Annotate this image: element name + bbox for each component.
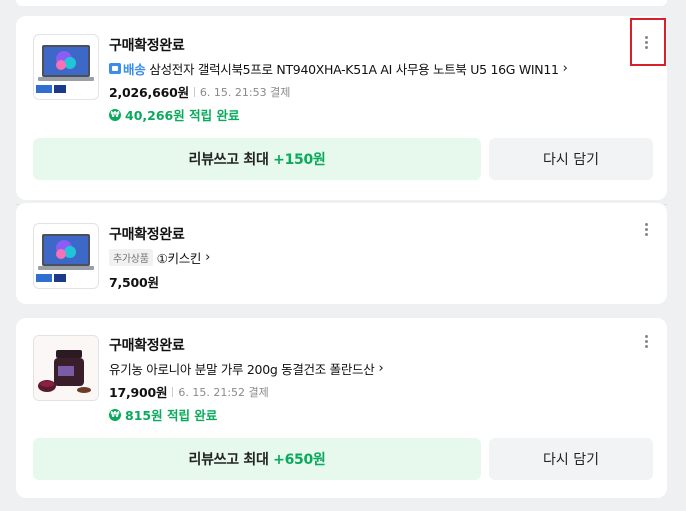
price-row: 2,026,660원 6. 15. 21:53 결제 [109, 82, 290, 101]
order-status: 구매확정완료 [109, 38, 185, 54]
product-title-link[interactable]: 유기농 아로니아 분말 가루 200g 동결건조 폴란드산 › [109, 359, 384, 378]
highlight-box [630, 18, 666, 66]
reward-text: 815원 적립 완료 [125, 408, 218, 423]
divider [193, 86, 195, 97]
reward-info: ₩ 40,266원 적립 완료 [109, 105, 239, 124]
payment-date: 6. 15. 21:53 결제 [199, 85, 291, 99]
price-row: 7,500원 [109, 272, 159, 291]
price-row: 17,900원 6. 15. 21:52 결제 [109, 382, 269, 401]
chevron-right-icon: › [378, 361, 384, 376]
more-options-icon[interactable] [639, 221, 653, 237]
price: 7,500원 [109, 275, 159, 290]
order-card-3: 구매확정완료 유기농 아로니아 분말 가루 200g 동결건조 폴란드산 › 1… [16, 318, 667, 498]
order-status: 구매확정완료 [109, 338, 185, 354]
additional-item-tag: 추가상품 [109, 249, 153, 266]
order-status: 구매확정완료 [109, 227, 185, 243]
npay-icon: ₩ [109, 408, 121, 421]
chevron-right-icon: › [205, 250, 211, 265]
write-review-button[interactable]: 리뷰쓰고 최대 +650원 [33, 438, 481, 480]
product-title-link[interactable]: 배송 삼성전자 갤럭시북5프로 NT940XHA-K51A AI 사무용 노트북… [109, 59, 568, 78]
reward-text: 40,266원 적립 완료 [125, 108, 240, 123]
add-to-cart-again-button[interactable]: 다시 담기 [489, 138, 653, 180]
product-name: 삼성전자 갤럭시북5프로 NT940XHA-K51A AI 사무용 노트북 U5… [149, 62, 559, 77]
order-card-1: 구매확정완료 배송 삼성전자 갤럭시북5프로 NT940XHA-K51A AI … [16, 16, 667, 200]
price: 17,900원 [109, 385, 168, 400]
order-card-2: 구매확정완료 추가상품 ①키스킨 › 7,500원 [16, 203, 667, 304]
product-name: ①키스킨 [156, 251, 202, 266]
divider [172, 386, 174, 397]
product-title-link[interactable]: 추가상품 ①키스킨 › [109, 248, 210, 267]
more-options-icon[interactable] [639, 333, 653, 349]
laptop-icon [36, 45, 94, 93]
payment-date: 6. 15. 21:52 결제 [178, 385, 269, 399]
add-to-cart-again-button[interactable]: 다시 담기 [489, 438, 653, 480]
previous-card-bottom [16, 0, 667, 6]
aronia-jar-icon [34, 336, 98, 400]
npay-icon: ₩ [109, 108, 121, 121]
product-name: 유기농 아로니아 분말 가루 200g 동결건조 폴란드산 [109, 362, 375, 377]
laptop-icon [36, 234, 94, 282]
price: 2,026,660원 [109, 85, 189, 100]
reward-info: ₩ 815원 적립 완료 [109, 405, 217, 424]
write-review-button[interactable]: 리뷰쓰고 최대 +150원 [33, 138, 481, 180]
product-thumbnail[interactable] [33, 335, 99, 401]
truck-icon [109, 63, 121, 74]
chevron-right-icon: › [562, 61, 568, 76]
shipping-badge: 배송 [109, 59, 146, 78]
product-thumbnail[interactable] [33, 223, 99, 289]
product-thumbnail[interactable] [33, 34, 99, 100]
